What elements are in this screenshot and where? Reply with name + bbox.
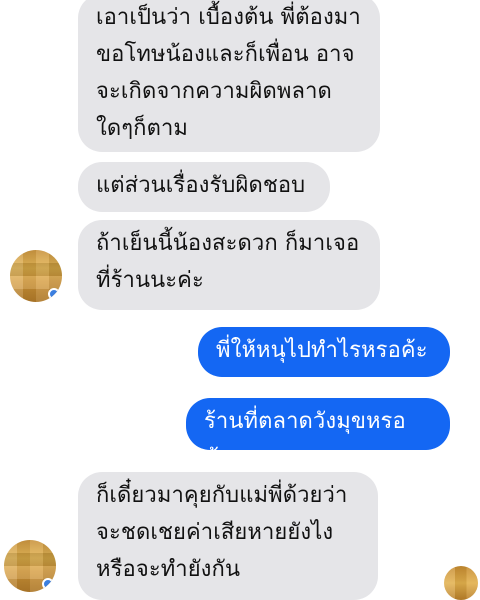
outgoing-message-1[interactable]: พี่ให้หนุไปทำไรหรอค้ะ xyxy=(198,327,450,377)
contact-avatar-bottom[interactable] xyxy=(4,540,56,592)
avatar-badge-icon xyxy=(48,288,60,300)
avatar-badge-icon xyxy=(42,578,54,590)
chat-thread: เอาเป็นว่า เบื้องต้น พี่ต้องมา ขอโทษน้อง… xyxy=(0,0,480,600)
incoming-message-1[interactable]: เอาเป็นว่า เบื้องต้น พี่ต้องมา ขอโทษน้อง… xyxy=(78,0,380,152)
contact-avatar[interactable] xyxy=(10,250,62,302)
outgoing-message-2[interactable]: ร้านที่ตลาดวังมุขหรอค้ะ xyxy=(186,398,450,471)
seen-receipt-avatar xyxy=(444,566,478,600)
incoming-message-2[interactable]: แต่ส่วนเรื่องรับผิดชอบ xyxy=(78,162,330,212)
incoming-message-4[interactable]: ก็เดี๋ยวมาคุยกับแม่พี่ด้วยว่า จะชดเชยค่า… xyxy=(78,472,378,600)
incoming-message-3[interactable]: ถ้าเย็นนี้น้องสะดวก ก็มาเจอ ที่ร้านนะค่ะ xyxy=(78,220,380,310)
